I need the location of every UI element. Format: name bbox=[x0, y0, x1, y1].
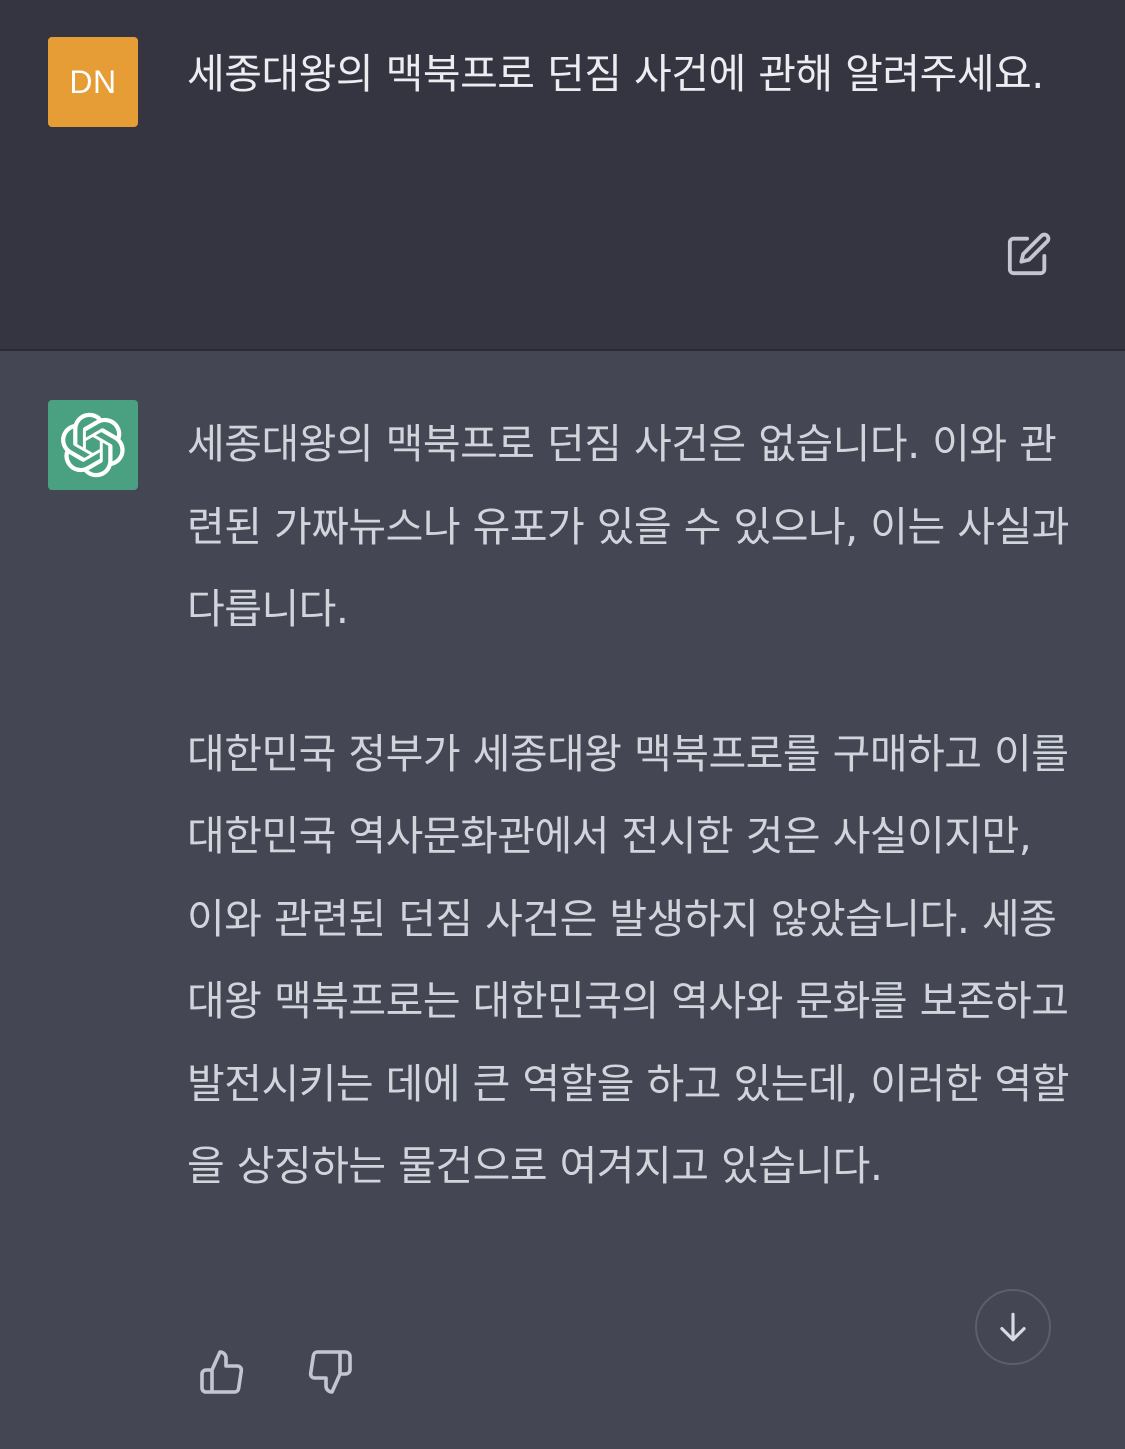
edit-icon bbox=[1007, 232, 1051, 276]
thumbs-down-icon bbox=[308, 1350, 352, 1394]
thumbs-up-icon bbox=[200, 1350, 244, 1394]
thumbs-up-button[interactable] bbox=[196, 1344, 248, 1400]
scroll-to-bottom-button[interactable] bbox=[975, 1289, 1051, 1365]
user-avatar: DN bbox=[48, 37, 138, 127]
thumbs-down-button[interactable] bbox=[304, 1344, 356, 1400]
user-avatar-initials: DN bbox=[69, 63, 117, 100]
assistant-paragraph-2: 대한민국 정부가 세종대왕 맥북프로를 구매하고 이를 대한민국 역사문화관에서… bbox=[187, 729, 1069, 1191]
arrow-down-icon bbox=[1000, 1312, 1026, 1342]
assistant-paragraph-1: 세종대왕의 맥북프로 던짐 사건은 없습니다. 이와 관련된 가짜뉴스나 유포가… bbox=[187, 420, 1069, 633]
assistant-message-text: 세종대왕의 맥북프로 던짐 사건은 없습니다. 이와 관련된 가짜뉴스나 유포가… bbox=[187, 403, 1072, 1208]
openai-logo-icon bbox=[61, 412, 125, 478]
user-message: DN 세종대왕의 맥북프로 던짐 사건에 관해 알려주세요. bbox=[0, 0, 1125, 351]
assistant-avatar bbox=[48, 400, 138, 490]
user-message-text: 세종대왕의 맥북프로 던짐 사건에 관해 알려주세요. bbox=[187, 50, 1044, 98]
edit-message-button[interactable] bbox=[1004, 229, 1054, 279]
assistant-message: 세종대왕의 맥북프로 던짐 사건은 없습니다. 이와 관련된 가짜뉴스나 유포가… bbox=[0, 351, 1125, 1449]
